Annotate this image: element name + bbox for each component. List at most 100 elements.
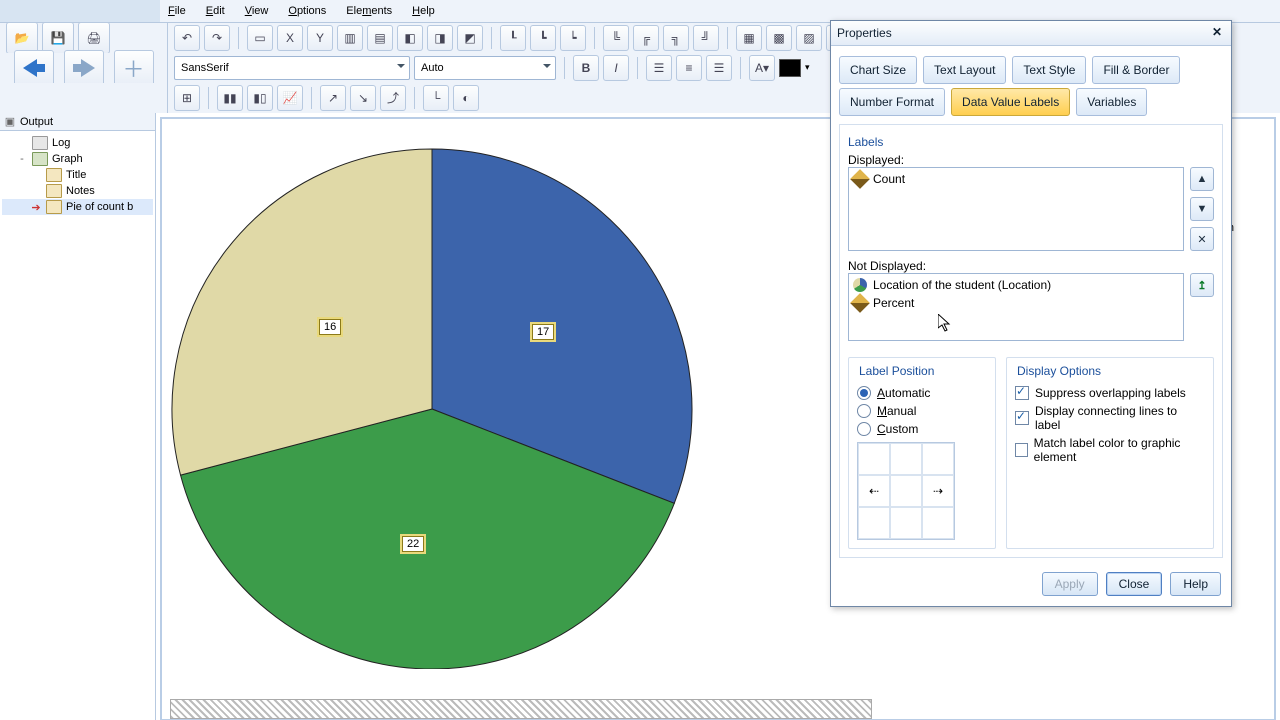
tool-g-icon[interactable]: ┖ xyxy=(500,25,526,51)
tool-d-icon[interactable]: ◧ xyxy=(397,25,423,51)
menu-file[interactable]: File xyxy=(160,3,194,19)
properties-dialog[interactable]: Properties ✕ Chart SizeText LayoutText S… xyxy=(830,20,1232,607)
pie-icon xyxy=(853,278,867,292)
tree-item[interactable]: Title xyxy=(2,167,153,183)
tab-text-layout[interactable]: Text Layout xyxy=(923,56,1006,84)
save-icon[interactable]: 💾 xyxy=(42,22,74,54)
font-family-combo[interactable]: SansSerif xyxy=(174,56,410,80)
dialog-button-bar: Apply Close Help xyxy=(831,566,1231,606)
align-left-icon[interactable]: ☰ xyxy=(646,55,672,81)
tree-item[interactable]: Log xyxy=(2,135,153,151)
radio-manual[interactable]: Manual xyxy=(857,404,987,418)
trend-a-icon[interactable]: ↗ xyxy=(320,85,346,111)
menu-options[interactable]: Options xyxy=(280,3,334,19)
tool-h-icon[interactable]: ┗ xyxy=(530,25,556,51)
align-center-icon[interactable]: ≡ xyxy=(676,55,702,81)
apply-button[interactable]: Apply xyxy=(1042,572,1098,596)
tool-o-icon[interactable]: ▩ xyxy=(766,25,792,51)
checkbox-option[interactable]: Suppress overlapping labels xyxy=(1015,386,1205,400)
outline-tree[interactable]: Log-GraphTitleNotes➔Pie of count b xyxy=(0,131,155,219)
tool-j-icon[interactable]: ╚ xyxy=(603,25,629,51)
open-icon[interactable]: 📂 xyxy=(6,22,38,54)
tree-item[interactable]: ➔Pie of count b xyxy=(2,199,153,215)
fill-swatch-icon[interactable] xyxy=(779,59,801,77)
tab-fill-border[interactable]: Fill & Border xyxy=(1092,56,1180,84)
dialog-tabs-row1: Chart SizeText LayoutText StyleFill & Bo… xyxy=(831,46,1231,88)
tool-f-icon[interactable]: ◩ xyxy=(457,25,483,51)
undo-icon[interactable]: ↶ xyxy=(174,25,200,51)
tab-variables[interactable]: Variables xyxy=(1076,88,1147,116)
y-axis-icon[interactable]: Y xyxy=(307,25,333,51)
labels-group-title: Labels xyxy=(848,135,1214,149)
remove-icon[interactable]: ✕ xyxy=(1190,227,1214,251)
pie-label-diemen: 17 xyxy=(532,324,554,340)
line-chart-icon[interactable]: 📈 xyxy=(277,85,303,111)
list-item[interactable]: Percent xyxy=(853,296,1179,310)
tab-number-format[interactable]: Number Format xyxy=(839,88,945,116)
tree-item[interactable]: -Graph xyxy=(2,151,153,167)
displayed-listbox[interactable]: Count xyxy=(848,167,1184,251)
close-button[interactable]: Close xyxy=(1106,572,1163,596)
nav-back-icon[interactable] xyxy=(14,50,54,86)
position-grid[interactable]: ⇠⇢ xyxy=(857,442,955,540)
tool-c-icon[interactable]: ▤ xyxy=(367,25,393,51)
menu-left-filler xyxy=(0,0,160,22)
x-axis-icon[interactable]: X xyxy=(277,25,303,51)
pencil-icon xyxy=(850,169,870,189)
tool-k-icon[interactable]: ╔ xyxy=(633,25,659,51)
bar-chart-icon[interactable]: ▮▮ xyxy=(217,85,243,111)
help-button[interactable]: Help xyxy=(1170,572,1221,596)
checkbox-option[interactable]: Display connecting lines to label xyxy=(1015,404,1205,432)
move-down-icon[interactable]: ▼ xyxy=(1190,197,1214,221)
menu-view[interactable]: View xyxy=(237,3,277,19)
text-color-icon[interactable]: A▾ xyxy=(749,55,775,81)
menu-help[interactable]: Help xyxy=(404,3,443,19)
checkbox-option[interactable]: Match label color to graphic element xyxy=(1015,436,1205,464)
dialog-titlebar[interactable]: Properties ✕ xyxy=(831,21,1231,46)
nav-add-icon[interactable]: ＋ xyxy=(114,50,154,86)
tab-chart-size[interactable]: Chart Size xyxy=(839,56,917,84)
label-position-legend: Label Position xyxy=(855,364,938,378)
tab-data-value-labels[interactable]: Data Value Labels xyxy=(951,88,1070,116)
tool-n-icon[interactable]: ▦ xyxy=(736,25,762,51)
tool-m-icon[interactable]: ╝ xyxy=(693,25,719,51)
axis-icon[interactable]: └ xyxy=(423,85,449,111)
tool-b-icon[interactable]: ▥ xyxy=(337,25,363,51)
italic-icon[interactable]: I xyxy=(603,55,629,81)
redo-icon[interactable]: ↷ xyxy=(204,25,230,51)
trend-c-icon[interactable]: ⤴ xyxy=(380,85,406,111)
trend-b-icon[interactable]: ↘ xyxy=(350,85,376,111)
tool-e-icon[interactable]: ◨ xyxy=(427,25,453,51)
not-displayed-listbox[interactable]: Location of the student (Location) Percen… xyxy=(848,273,1184,341)
menu-edit[interactable]: Edit xyxy=(198,3,233,19)
font-size-value: Auto xyxy=(421,62,444,74)
add-to-displayed-icon[interactable]: ↥ xyxy=(1190,273,1214,297)
tree-item[interactable]: Notes xyxy=(2,183,153,199)
list-item[interactable]: Count xyxy=(853,172,1179,186)
tool-i-icon[interactable]: ┕ xyxy=(560,25,586,51)
radio-custom[interactable]: Custom xyxy=(857,422,987,436)
bar-desc-icon[interactable]: ▮▯ xyxy=(247,85,273,111)
tool-a-icon[interactable]: ▭ xyxy=(247,25,273,51)
radio-automatic[interactable]: Automatic xyxy=(857,386,987,400)
nav-toolbar: ＋ xyxy=(0,53,168,84)
tool-l-icon[interactable]: ╗ xyxy=(663,25,689,51)
select-all-icon[interactable]: ⊞ xyxy=(174,85,200,111)
font-size-combo[interactable]: Auto xyxy=(414,56,556,80)
list-item[interactable]: Location of the student (Location) xyxy=(853,278,1179,292)
pie-tool-icon[interactable]: ◐ xyxy=(453,85,479,111)
pie-chart[interactable] xyxy=(162,129,702,669)
displayed-label: Displayed: xyxy=(848,153,1214,167)
bold-icon[interactable]: B xyxy=(573,55,599,81)
dialog-tabs-row2: Number FormatData Value LabelsVariables xyxy=(831,88,1231,120)
pie-label-rotterdam: 16 xyxy=(319,319,341,335)
print-icon[interactable]: 🖨 xyxy=(78,22,110,54)
tool-p-icon[interactable]: ▨ xyxy=(796,25,822,51)
move-up-icon[interactable]: ▲ xyxy=(1190,167,1214,191)
tab-text-style[interactable]: Text Style xyxy=(1012,56,1086,84)
menu-elements[interactable]: Elements xyxy=(338,3,400,19)
dialog-title: Properties xyxy=(837,26,892,40)
close-icon[interactable]: ✕ xyxy=(1209,25,1225,41)
nav-forward-icon[interactable] xyxy=(64,50,104,86)
align-right-icon[interactable]: ☰ xyxy=(706,55,732,81)
